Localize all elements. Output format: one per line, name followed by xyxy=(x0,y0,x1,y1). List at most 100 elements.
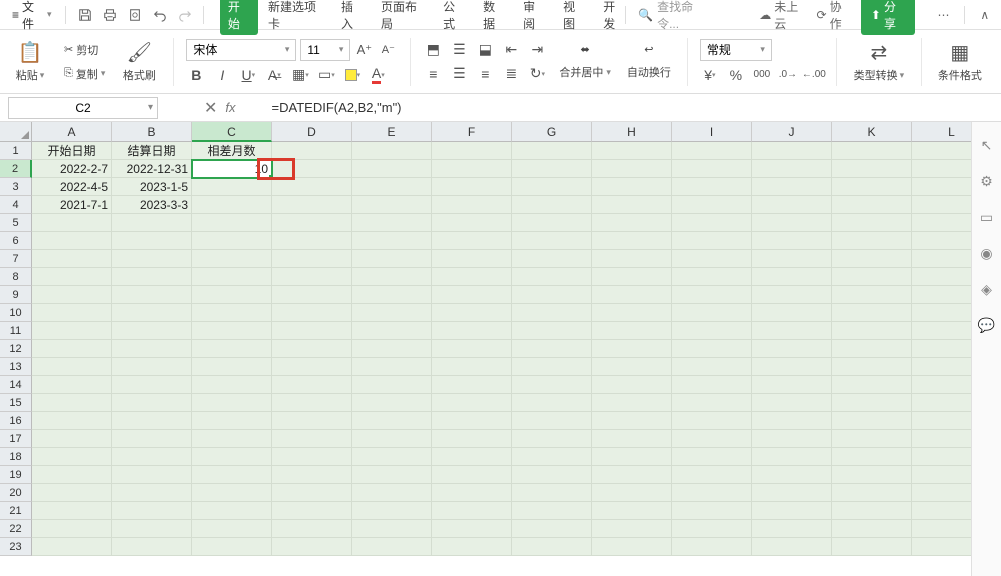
fx-icon[interactable]: fx xyxy=(225,100,235,115)
cell-I22[interactable] xyxy=(672,520,752,538)
cell-L7[interactable] xyxy=(912,250,971,268)
cell-F14[interactable] xyxy=(432,376,512,394)
formula-input[interactable]: =DATEDIF(A2,B2,"m") xyxy=(266,97,1001,119)
thousands-icon[interactable]: 000 xyxy=(752,65,772,85)
cell-G1[interactable] xyxy=(512,142,592,160)
row-header-14[interactable]: 14 xyxy=(0,376,32,394)
select-all-corner[interactable] xyxy=(0,122,32,142)
cell-I7[interactable] xyxy=(672,250,752,268)
col-header-F[interactable]: F xyxy=(432,122,512,142)
cell-E9[interactable] xyxy=(352,286,432,304)
cell-I12[interactable] xyxy=(672,340,752,358)
cell-J3[interactable] xyxy=(752,178,832,196)
cell-L10[interactable] xyxy=(912,304,971,322)
cell-J10[interactable] xyxy=(752,304,832,322)
cell-C11[interactable] xyxy=(192,322,272,340)
cell-F13[interactable] xyxy=(432,358,512,376)
row-header-3[interactable]: 3 xyxy=(0,178,32,196)
cell-C10[interactable] xyxy=(192,304,272,322)
cell-A21[interactable] xyxy=(32,502,112,520)
location-icon[interactable]: ◈ xyxy=(978,280,996,298)
cell-A22[interactable] xyxy=(32,520,112,538)
cell-E4[interactable] xyxy=(352,196,432,214)
cell-K12[interactable] xyxy=(832,340,912,358)
cell-D20[interactable] xyxy=(272,484,352,502)
cell-D17[interactable] xyxy=(272,430,352,448)
cell-G17[interactable] xyxy=(512,430,592,448)
cell-A7[interactable] xyxy=(32,250,112,268)
cell-D18[interactable] xyxy=(272,448,352,466)
row-header-20[interactable]: 20 xyxy=(0,484,32,502)
cell-I11[interactable] xyxy=(672,322,752,340)
cell-G16[interactable] xyxy=(512,412,592,430)
cell-G2[interactable] xyxy=(512,160,592,178)
cell-B17[interactable] xyxy=(112,430,192,448)
cell-I4[interactable] xyxy=(672,196,752,214)
cell-H17[interactable] xyxy=(592,430,672,448)
cell-A5[interactable] xyxy=(32,214,112,232)
cell-L12[interactable] xyxy=(912,340,971,358)
cell-J8[interactable] xyxy=(752,268,832,286)
cell-L20[interactable] xyxy=(912,484,971,502)
cell-H19[interactable] xyxy=(592,466,672,484)
cell-E19[interactable] xyxy=(352,466,432,484)
tab-data[interactable]: 数据 xyxy=(475,0,513,36)
tab-page-layout[interactable]: 页面布局 xyxy=(373,0,433,36)
cell-B12[interactable] xyxy=(112,340,192,358)
cell-K23[interactable] xyxy=(832,538,912,556)
cell-C18[interactable] xyxy=(192,448,272,466)
cell-C7[interactable] xyxy=(192,250,272,268)
cell-C16[interactable] xyxy=(192,412,272,430)
cell-F16[interactable] xyxy=(432,412,512,430)
cell-J6[interactable] xyxy=(752,232,832,250)
cell-H1[interactable] xyxy=(592,142,672,160)
cell-I6[interactable] xyxy=(672,232,752,250)
cell-G22[interactable] xyxy=(512,520,592,538)
align-top-icon[interactable]: ⬒ xyxy=(423,40,443,60)
cell-C21[interactable] xyxy=(192,502,272,520)
cell-K4[interactable] xyxy=(832,196,912,214)
cell-B2[interactable]: 2022-12-31 xyxy=(112,160,192,178)
panel-icon[interactable]: ▭ xyxy=(978,208,996,226)
tab-review[interactable]: 审阅 xyxy=(515,0,553,36)
cell-B4[interactable]: 2023-3-3 xyxy=(112,196,192,214)
cell-C9[interactable] xyxy=(192,286,272,304)
cell-E11[interactable] xyxy=(352,322,432,340)
save-icon[interactable] xyxy=(74,4,95,26)
row-header-23[interactable]: 23 xyxy=(0,538,32,556)
cell-F6[interactable] xyxy=(432,232,512,250)
fill-color-icon[interactable]: ▾ xyxy=(342,65,362,85)
cell-F12[interactable] xyxy=(432,340,512,358)
collapse-ribbon-icon[interactable]: ∧ xyxy=(975,4,995,26)
cell-D19[interactable] xyxy=(272,466,352,484)
cell-K21[interactable] xyxy=(832,502,912,520)
cell-I15[interactable] xyxy=(672,394,752,412)
cell-H18[interactable] xyxy=(592,448,672,466)
cell-C20[interactable] xyxy=(192,484,272,502)
col-header-H[interactable]: H xyxy=(592,122,672,142)
cell-I2[interactable] xyxy=(672,160,752,178)
row-header-21[interactable]: 21 xyxy=(0,502,32,520)
row-header-16[interactable]: 16 xyxy=(0,412,32,430)
cell-style-icon[interactable]: ▭▾ xyxy=(316,65,336,85)
cell-E18[interactable] xyxy=(352,448,432,466)
cell-B15[interactable] xyxy=(112,394,192,412)
cell-A23[interactable] xyxy=(32,538,112,556)
cell-D4[interactable] xyxy=(272,196,352,214)
cell-D8[interactable] xyxy=(272,268,352,286)
cell-F4[interactable] xyxy=(432,196,512,214)
cell-J7[interactable] xyxy=(752,250,832,268)
cell-K15[interactable] xyxy=(832,394,912,412)
cell-A4[interactable]: 2021-7-1 xyxy=(32,196,112,214)
cell-E10[interactable] xyxy=(352,304,432,322)
cell-E2[interactable] xyxy=(352,160,432,178)
print-icon[interactable] xyxy=(99,4,120,26)
cell-C22[interactable] xyxy=(192,520,272,538)
cell-G8[interactable] xyxy=(512,268,592,286)
cell-F9[interactable] xyxy=(432,286,512,304)
cell-J21[interactable] xyxy=(752,502,832,520)
indent-decrease-icon[interactable]: ⇤ xyxy=(501,40,521,60)
cell-B20[interactable] xyxy=(112,484,192,502)
cell-D11[interactable] xyxy=(272,322,352,340)
border-icon[interactable]: ▦▾ xyxy=(290,65,310,85)
